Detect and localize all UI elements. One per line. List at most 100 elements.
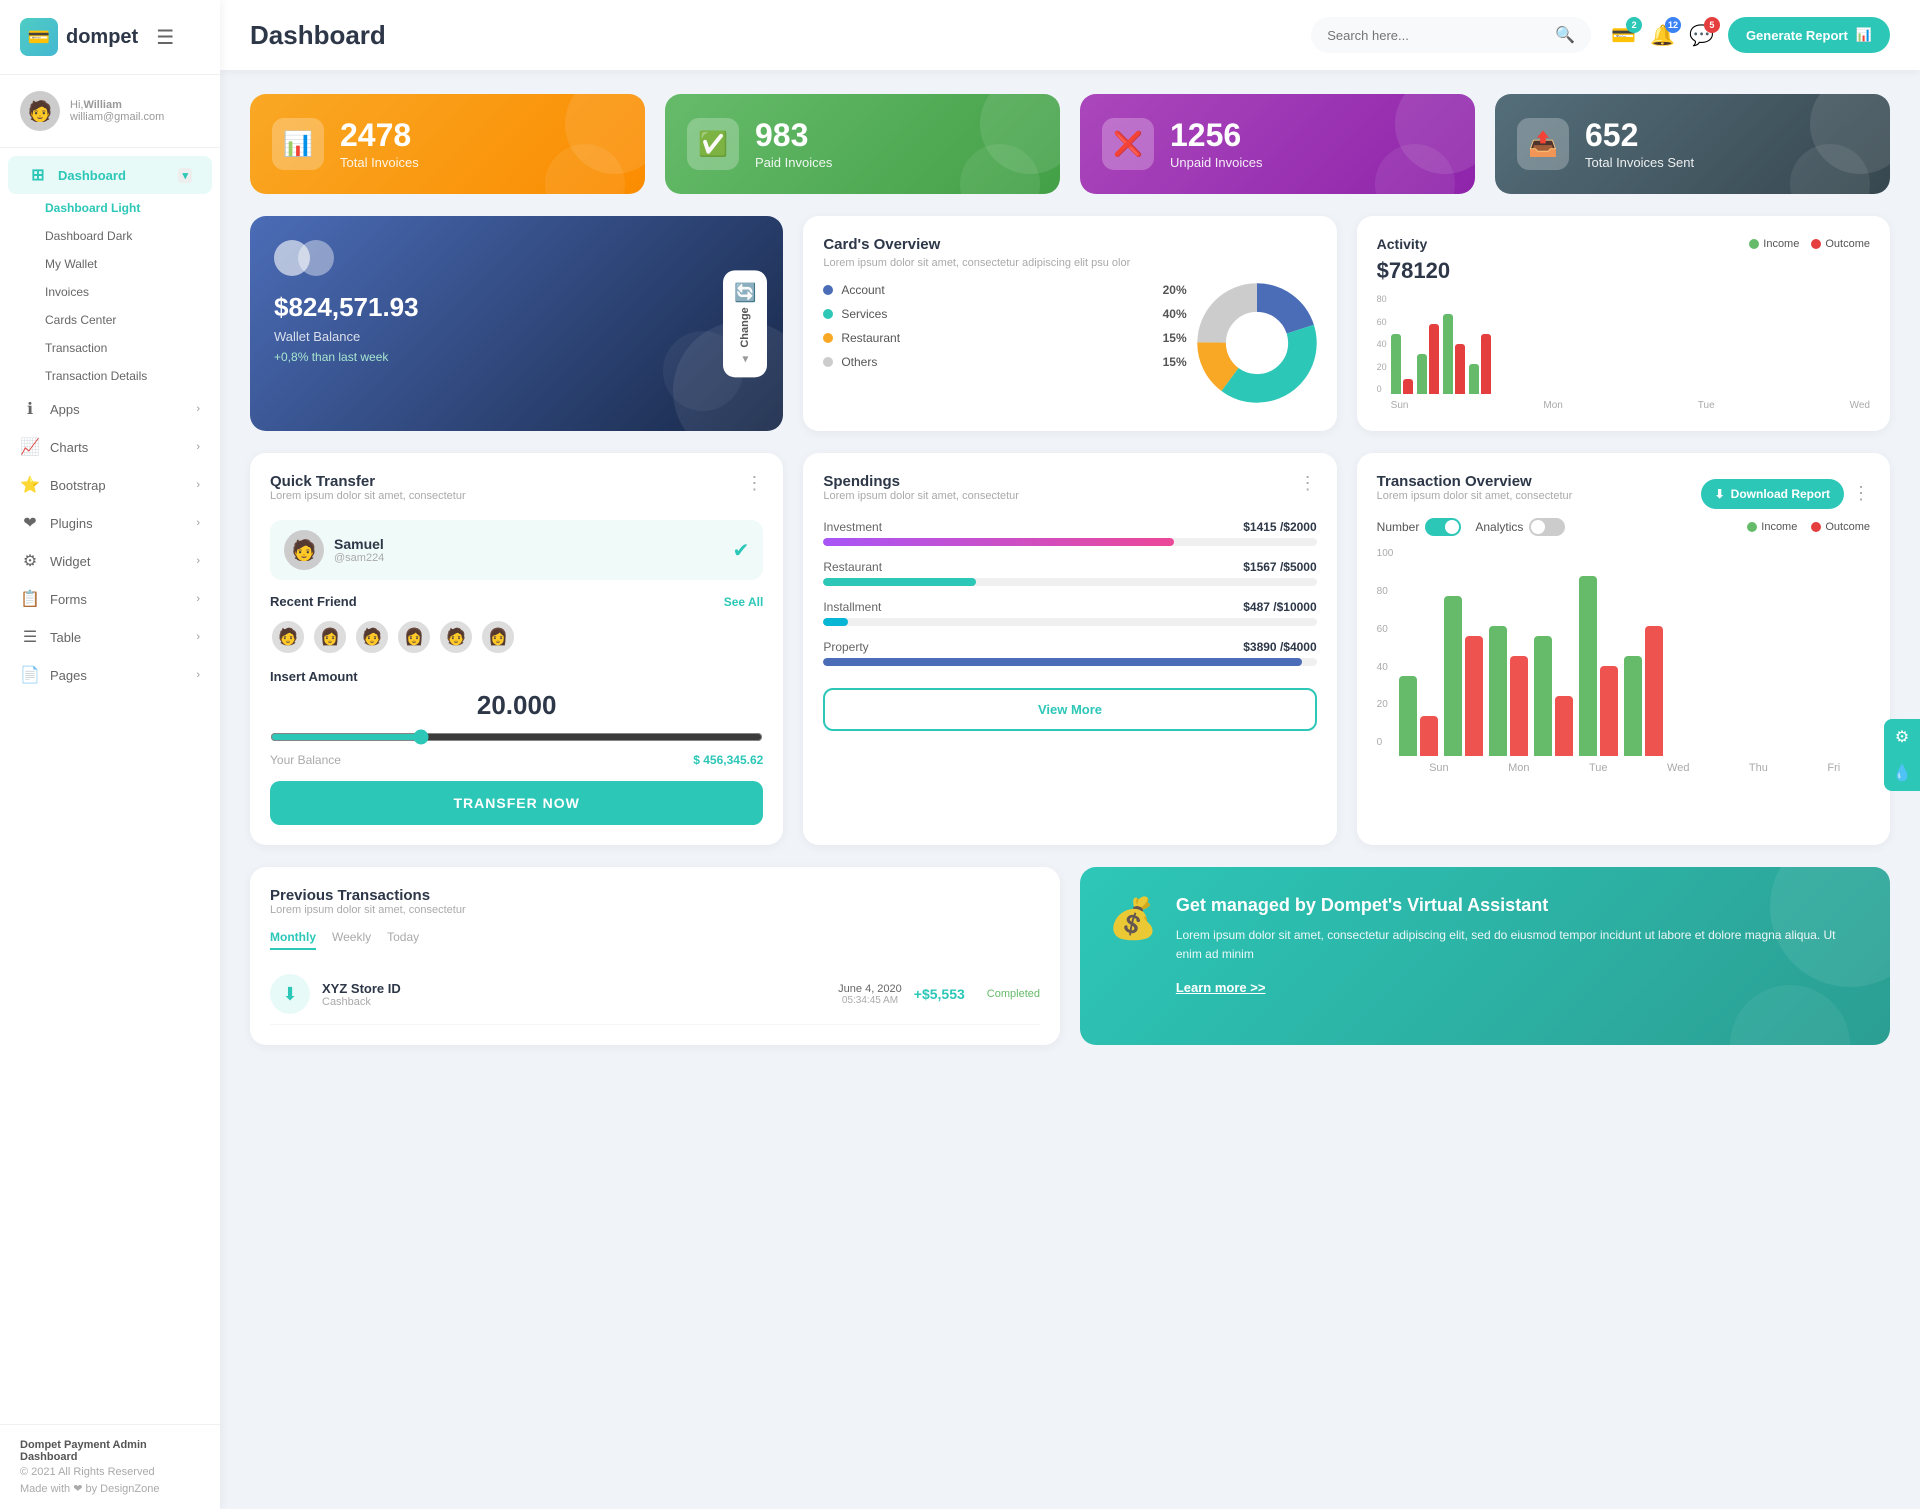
quick-transfer-title: Quick Transfer [270, 473, 466, 490]
sidebar-item-widget[interactable]: ⚙ Widget › [0, 542, 220, 580]
quick-transfer-card: Quick Transfer Lorem ipsum dolor sit ame… [250, 453, 783, 845]
tx-x-axis-label: Mon [1508, 762, 1529, 774]
sidebar-item-charts[interactable]: 📈 Charts › [0, 428, 220, 466]
view-more-button[interactable]: View More [823, 688, 1316, 731]
analytics-toggle[interactable] [1529, 518, 1565, 536]
sidebar: 💳 dompet ☰ 🧑 Hi,William william@gmail.co… [0, 0, 220, 1509]
change-button[interactable]: 🔄 Change ▾ [723, 270, 767, 377]
transaction-overview-subtitle: Lorem ipsum dolor sit amet, consectetur [1377, 490, 1573, 502]
wallet-notification-button[interactable]: 💳 2 [1611, 23, 1636, 48]
wallet-amount: $824,571.93 [274, 292, 759, 323]
settings-float-button[interactable]: ⚙ [1884, 719, 1920, 755]
services-dot [823, 309, 833, 319]
sidebar-item-table[interactable]: ☰ Table › [0, 618, 220, 656]
tx-outcome-bar [1555, 696, 1573, 756]
generate-report-button[interactable]: Generate Report 📊 [1728, 17, 1890, 53]
theme-float-button[interactable]: 💧 [1884, 755, 1920, 791]
paid-invoices-info: 983 Paid Invoices [755, 118, 832, 170]
sidebar-subitem-dashboard-dark[interactable]: Dashboard Dark [0, 222, 220, 250]
restaurant-progress [823, 578, 976, 586]
sidebar-item-forms[interactable]: 📋 Forms › [0, 580, 220, 618]
spendings-menu-icon[interactable]: ⋮ [1299, 473, 1317, 494]
unpaid-invoices-label: Unpaid Invoices [1170, 155, 1263, 170]
va-learn-more-link[interactable]: Learn more >> [1176, 980, 1266, 995]
spending-investment: Investment $1415 /$2000 [823, 520, 1316, 546]
total-invoices-icon-wrap: 📊 [272, 118, 324, 170]
tab-today[interactable]: Today [387, 930, 419, 950]
selected-contact-avatar: 🧑 [284, 530, 324, 570]
to-outcome-dot [1811, 522, 1821, 532]
bell-notification-button[interactable]: 🔔 12 [1650, 23, 1675, 48]
sidebar-user: 🧑 Hi,William william@gmail.com [0, 75, 220, 148]
table-icon: ☰ [20, 627, 40, 647]
contact-5[interactable]: 🧑 [438, 619, 474, 655]
va-icon: 💰 [1108, 895, 1158, 942]
tab-monthly[interactable]: Monthly [270, 930, 316, 950]
outcome-bar [1481, 334, 1491, 394]
download-report-button[interactable]: ⬇ Download Report [1701, 479, 1844, 509]
amount-slider[interactable] [270, 729, 763, 745]
sidebar-item-pages[interactable]: 📄 Pages › [0, 656, 220, 694]
sidebar-item-plugins[interactable]: ❤ Plugins › [0, 504, 220, 542]
contact-1[interactable]: 🧑 [270, 619, 306, 655]
paid-invoices-label: Paid Invoices [755, 155, 832, 170]
sidebar-subitem-cards-center[interactable]: Cards Center [0, 306, 220, 334]
sidebar-apps-label: Apps [50, 402, 80, 417]
contact-4[interactable]: 👩 [396, 619, 432, 655]
forms-icon: 📋 [20, 589, 40, 609]
tab-weekly[interactable]: Weekly [332, 930, 371, 950]
x-axis-label: Wed [1850, 400, 1870, 411]
selected-contact[interactable]: 🧑 Samuel @sam224 ✔ [270, 520, 763, 580]
outcome-bar [1403, 379, 1413, 394]
chat-notification-button[interactable]: 💬 5 [1689, 23, 1714, 48]
total-sent-icon: 📤 [1528, 130, 1558, 159]
restaurant-pct: 15% [1163, 331, 1187, 345]
hamburger-button[interactable]: ☰ [146, 25, 184, 50]
x-axis-label: Mon [1543, 400, 1562, 411]
wallet-badge: 2 [1626, 17, 1642, 33]
sidebar-widget-label: Widget [50, 554, 90, 569]
unpaid-invoices-number: 1256 [1170, 118, 1263, 153]
transfer-now-button[interactable]: TRANSFER NOW [270, 781, 763, 825]
sidebar-subitem-dashboard-light[interactable]: Dashboard Light [0, 194, 220, 222]
balance-info: Your Balance $ 456,345.62 [270, 753, 763, 767]
sidebar-item-dashboard[interactable]: ⊞ Dashboard ▾ [8, 156, 212, 194]
check-icon: ✔ [733, 538, 750, 563]
transaction-type: Cashback [322, 996, 826, 1008]
logo-text: dompet [66, 26, 138, 49]
contact-2[interactable]: 👩 [312, 619, 348, 655]
apps-icon: ℹ [20, 399, 40, 419]
transaction-overview-menu-icon[interactable]: ⋮ [1852, 483, 1870, 504]
sidebar-subitem-transaction[interactable]: Transaction [0, 334, 220, 362]
tx-income-bar [1489, 626, 1507, 756]
transaction-y-axis: 020406080100 [1377, 548, 1394, 748]
see-all-link[interactable]: See All [724, 595, 764, 609]
sidebar-item-apps[interactable]: ℹ Apps › [0, 390, 220, 428]
contact-6[interactable]: 👩 [480, 619, 516, 655]
sidebar-item-bootstrap[interactable]: ⭐ Bootstrap › [0, 466, 220, 504]
contact-3[interactable]: 🧑 [354, 619, 390, 655]
virtual-assistant-card: 💰 Get managed by Dompet's Virtual Assist… [1080, 867, 1890, 1045]
sidebar-forms-label: Forms [50, 592, 87, 607]
previous-transactions-tabs: Monthly Weekly Today [270, 930, 1040, 950]
quick-transfer-menu-icon[interactable]: ⋮ [745, 473, 763, 494]
number-toggle[interactable] [1425, 518, 1461, 536]
total-invoices-info: 2478 Total Invoices [340, 118, 419, 170]
sidebar-subitem-my-wallet[interactable]: My Wallet [0, 250, 220, 278]
tx-income-bar [1624, 656, 1642, 756]
pages-icon: 📄 [20, 665, 40, 685]
sidebar-subitem-transaction-details[interactable]: Transaction Details [0, 362, 220, 390]
footer-brand: Dompet Payment Admin Dashboard [20, 1439, 200, 1463]
bottom-row: Quick Transfer Lorem ipsum dolor sit ame… [250, 453, 1890, 845]
previous-transactions-card: Previous Transactions Lorem ipsum dolor … [250, 867, 1060, 1045]
transaction-item: ⬇ XYZ Store ID Cashback June 4, 2020 05:… [270, 964, 1040, 1025]
search-input[interactable] [1327, 28, 1547, 43]
to-income-dot [1747, 522, 1757, 532]
user-greeting: Hi,William [70, 99, 164, 111]
spending-investment-name: Investment [823, 520, 882, 534]
account-pct: 20% [1163, 283, 1187, 297]
tx-x-axis-label: Wed [1667, 762, 1689, 774]
sidebar-subitem-invoices[interactable]: Invoices [0, 278, 220, 306]
chevron-down-icon-change: ▾ [742, 351, 748, 365]
logo-icon: 💳 [20, 18, 58, 56]
